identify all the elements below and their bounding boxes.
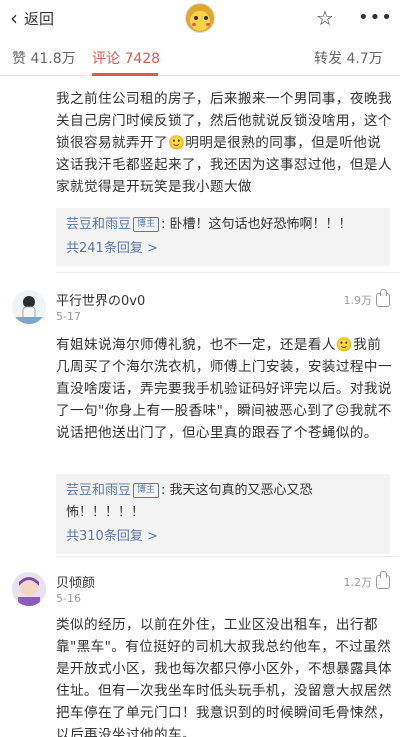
reply-text: : 卧槽！这句话也好恐怖啊！！！ (161, 217, 352, 232)
star-outline-icon[interactable]: ☆ (316, 5, 334, 31)
comment-author-name[interactable]: 贝倾颜 (56, 572, 95, 591)
reply-box: 芸豆和雨豆 博主: 我天这句真的又恶心又恐怖！！！！！ 共310条回复 > (56, 474, 390, 554)
reply-username[interactable]: 芸豆和雨豆 (66, 483, 131, 498)
reply-username[interactable]: 芸豆和雨豆 (66, 217, 131, 232)
back-label: 返回 (24, 9, 55, 28)
active-tab-indicator (92, 73, 158, 76)
author-avatar[interactable] (185, 3, 215, 33)
tab-comments[interactable]: 评论 7428 (92, 48, 160, 68)
avatar[interactable] (12, 290, 46, 324)
back-button[interactable]: ‹ 返回 (10, 5, 54, 31)
tab-bar: 赞 41.8万 评论 7428 转发 4.7万 (0, 40, 400, 76)
view-replies-link[interactable]: 共310条回复 > (66, 526, 380, 548)
divider (56, 272, 400, 273)
reply-line: 芸豆和雨豆 博主: 卧槽！这句话也好恐怖啊！！！ (66, 214, 380, 236)
more-dots-icon[interactable]: ••• (358, 5, 393, 31)
author-badge: 博主 (133, 217, 160, 232)
reply-box: 芸豆和雨豆 博主: 卧槽！这句话也好恐怖啊！！！ 共241条回复 > (56, 208, 390, 266)
comment-date: 5-17 (56, 310, 81, 323)
comment-date: 5-16 (56, 592, 81, 605)
like-button[interactable]: 1.9万 (343, 289, 390, 308)
tab-reposts[interactable]: 转发 4.7万 (314, 48, 383, 68)
like-count: 1.9万 (343, 294, 373, 307)
thumbs-up-icon (376, 571, 390, 589)
comment-text: 我之前住公司租的房子，后来搬来一个男同事，夜晚我关自己房门时候反锁了，然后他就说… (56, 91, 392, 195)
like-button[interactable]: 1.2万 (343, 571, 390, 590)
top-bar: ‹ 返回 ☆ ••• (0, 0, 400, 36)
tab-likes[interactable]: 赞 41.8万 (12, 48, 76, 68)
reply-line: 芸豆和雨豆 博主: 我天这句真的又恶心又恐怖！！！！！ (66, 480, 380, 524)
chevron-left-icon: ‹ (10, 6, 18, 30)
view-replies-link[interactable]: 共241条回复 > (66, 238, 380, 260)
divider (56, 556, 400, 557)
like-count: 1.2万 (343, 576, 373, 589)
comment-author-name[interactable]: 平行世界の0v0 (56, 290, 145, 309)
comment-text: 类似的经历，以前在外住，工业区没出租车，出行都靠"黑车"。有位挺好的司机大叔我总… (56, 617, 392, 737)
avatar[interactable] (12, 572, 46, 606)
comment-text: 有姐妹说海尔师傅礼貌，也不一定，还是看人🙂我前几周买了个海尔洗衣机，师傅上门安装… (56, 337, 392, 441)
author-badge: 博主 (133, 483, 160, 498)
thumbs-up-icon (376, 289, 390, 307)
